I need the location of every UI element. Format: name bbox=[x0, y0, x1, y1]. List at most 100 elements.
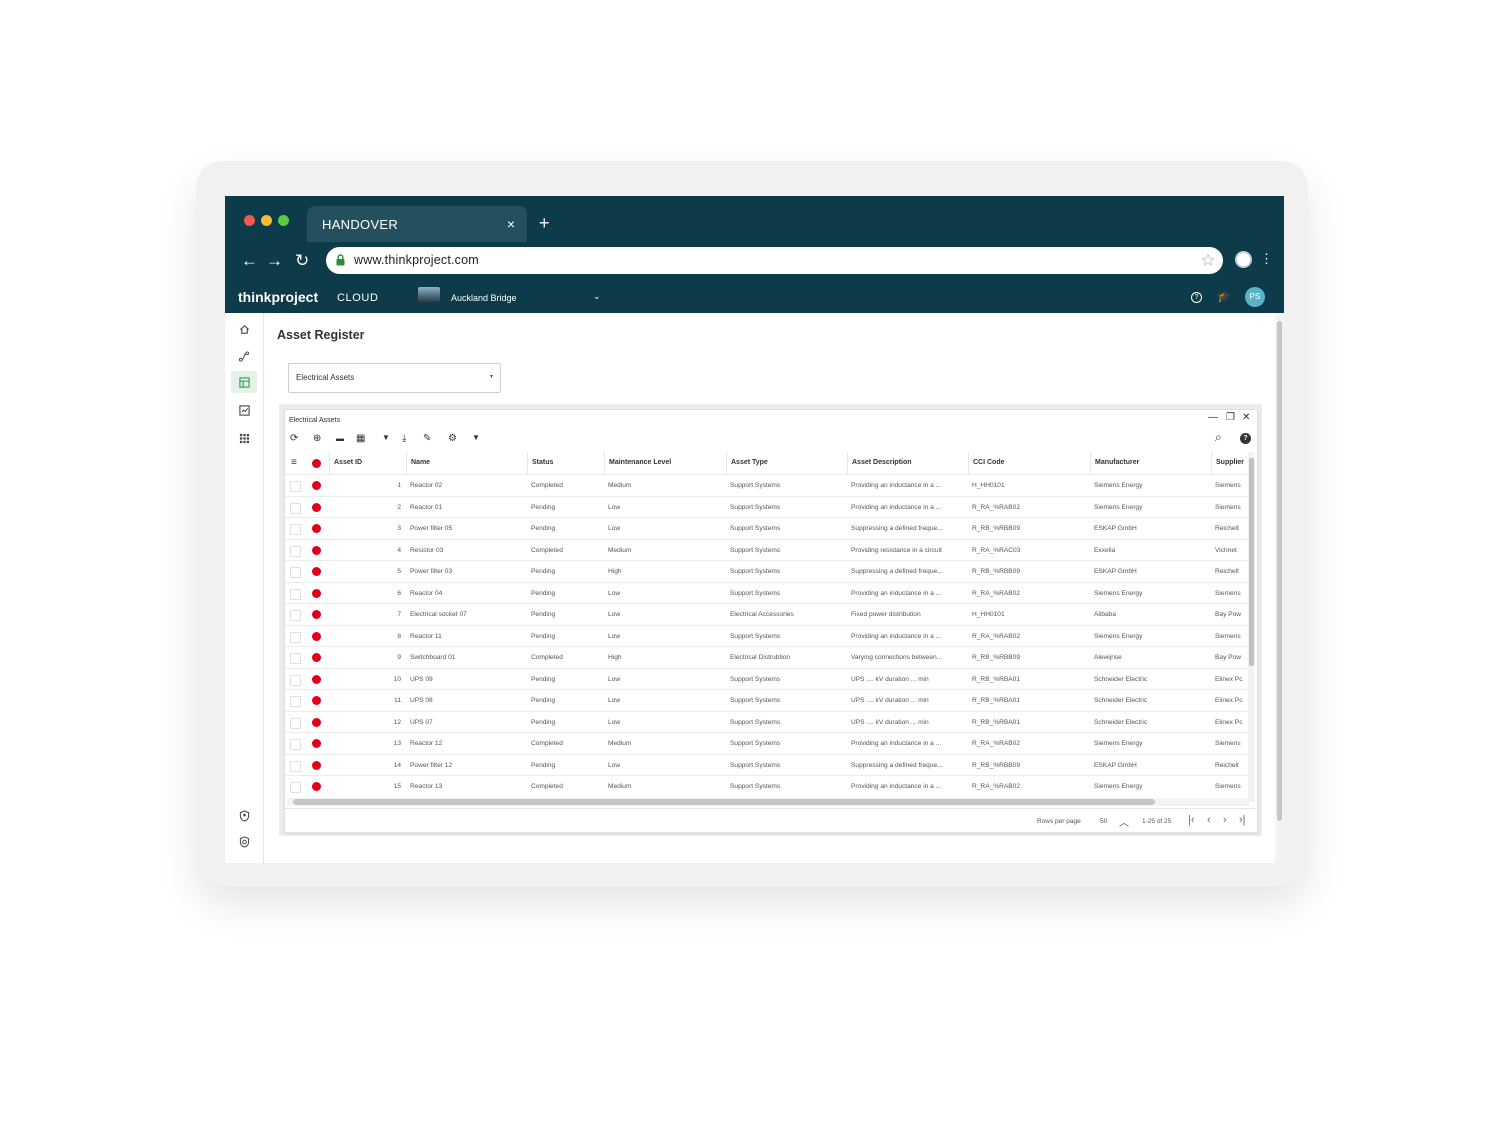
row-checkbox[interactable] bbox=[290, 717, 301, 729]
help-icon[interactable]: ? bbox=[1191, 292, 1202, 303]
bookmark-star-icon[interactable] bbox=[1201, 253, 1215, 267]
user-shield-icon[interactable] bbox=[225, 810, 263, 825]
table-row[interactable]: 6 Reactor 04 Pending Low Support Systems Prov… bbox=[285, 581, 1250, 604]
table-row[interactable]: 1 Reactor 02 Completed Medium Support System… bbox=[285, 474, 1250, 496]
browser-menu-icon[interactable]: ⋮ bbox=[1260, 251, 1273, 267]
column-header[interactable]: Supplier bbox=[1211, 452, 1250, 474]
table-icon[interactable] bbox=[225, 377, 263, 391]
column-header[interactable]: Asset Description bbox=[847, 452, 968, 474]
asset-set-dropdown[interactable]: Electrical Assets ▾ bbox=[288, 363, 501, 393]
rows-per-page-select[interactable]: 50 bbox=[1100, 818, 1107, 825]
add-icon[interactable]: ⊕ bbox=[313, 433, 321, 444]
help-icon[interactable]: ? bbox=[1240, 433, 1251, 444]
table-horizontal-scrollbar[interactable] bbox=[287, 798, 1249, 806]
minimize-icon[interactable]: — bbox=[1208, 412, 1218, 423]
table-cell: Electrical socket 07 bbox=[410, 611, 467, 618]
column-header[interactable]: Asset ID bbox=[329, 452, 406, 474]
project-selector[interactable]: Auckland Bridge bbox=[451, 293, 517, 303]
table-row[interactable]: 10 UPS 09 Pending Low Support Systems UPS ...… bbox=[285, 667, 1250, 690]
table-cell: Siemens Energy bbox=[1094, 783, 1143, 790]
close-icon[interactable]: ✕ bbox=[1242, 412, 1250, 423]
column-header[interactable]: Asset Type bbox=[726, 452, 847, 474]
row-checkbox[interactable] bbox=[290, 782, 301, 793]
first-page-icon[interactable]: |‹ bbox=[1188, 814, 1195, 826]
page-scroll-thumb[interactable] bbox=[1277, 321, 1282, 821]
table-horizontal-scroll-thumb[interactable] bbox=[293, 799, 1155, 805]
row-checkbox[interactable] bbox=[290, 653, 301, 664]
column-menu-icon[interactable]: ≡ bbox=[287, 452, 307, 474]
status-indicator-dot bbox=[312, 674, 321, 684]
search-icon[interactable]: ⌕ bbox=[1215, 430, 1222, 445]
table-row[interactable]: 7 Electrical socket 07 Pending Low Electrica… bbox=[285, 603, 1250, 625]
close-window-dot[interactable] bbox=[244, 215, 255, 226]
column-header[interactable]: Name bbox=[406, 452, 527, 474]
row-checkbox[interactable] bbox=[290, 567, 301, 578]
table-row[interactable]: 14 Power filter 12 Pending Low Support Syste… bbox=[285, 753, 1250, 776]
row-checkbox[interactable] bbox=[290, 696, 301, 707]
chevron-up-icon[interactable]: ︿ bbox=[1119, 814, 1129, 829]
restore-icon[interactable]: ❐ bbox=[1226, 412, 1235, 423]
table-row[interactable]: 9 Switchboard 01 Completed High Electrical D… bbox=[285, 646, 1250, 668]
browser-tab[interactable]: HANDOVER × bbox=[307, 206, 527, 242]
settings-icon[interactable]: ⚙ bbox=[448, 433, 457, 444]
address-bar[interactable]: www.thinkproject.com bbox=[326, 247, 1223, 274]
table-row[interactable]: 11 UPS 08 Pending Low Support Systems UPS ...… bbox=[285, 689, 1250, 711]
edit-icon[interactable]: ✎ bbox=[423, 433, 431, 444]
table-row[interactable]: 15 Reactor 13 Completed Medium Support Syste… bbox=[285, 775, 1250, 797]
table-cell: Pending bbox=[531, 675, 556, 683]
apps-icon[interactable] bbox=[225, 433, 263, 447]
table-cell: Alibaba bbox=[1094, 611, 1116, 618]
back-icon[interactable]: ← bbox=[241, 251, 258, 271]
avatar[interactable]: PS bbox=[1245, 287, 1265, 307]
table-cell: Providing resistance in a circuit bbox=[851, 546, 942, 554]
row-checkbox[interactable] bbox=[290, 545, 301, 557]
table-row[interactable]: 5 Power filter 03 Pending High Support Syste… bbox=[285, 560, 1250, 582]
table-row[interactable]: 8 Reactor 11 Pending Low Support Systems Prov… bbox=[285, 624, 1250, 647]
table-row[interactable]: 3 Power filter 05 Pending Low Support System… bbox=[285, 517, 1250, 539]
row-view-icon[interactable]: ▬ bbox=[336, 434, 344, 443]
row-checkbox[interactable] bbox=[290, 524, 301, 535]
table-cell: Siemens bbox=[1215, 783, 1241, 790]
maximize-window-dot[interactable] bbox=[278, 215, 289, 226]
table-row[interactable]: 13 Reactor 12 Completed Medium Support Syste… bbox=[285, 732, 1250, 754]
minimize-window-dot[interactable] bbox=[261, 215, 272, 226]
tab-close-icon[interactable]: × bbox=[507, 216, 515, 232]
column-header[interactable]: Maintenance Level bbox=[604, 452, 726, 474]
chart-icon[interactable] bbox=[225, 405, 263, 419]
table-vertical-scroll-thumb[interactable] bbox=[1249, 458, 1254, 666]
forward-icon[interactable]: → bbox=[266, 251, 283, 271]
home-icon[interactable] bbox=[225, 324, 263, 338]
grid-view-icon[interactable]: ▦ bbox=[356, 433, 365, 444]
last-page-icon[interactable]: ›| bbox=[1239, 814, 1246, 826]
column-header[interactable]: Status bbox=[527, 452, 604, 474]
row-checkbox[interactable] bbox=[290, 502, 301, 514]
refresh-icon[interactable]: ⟳ bbox=[290, 433, 298, 444]
filter-icon[interactable]: ▼ bbox=[382, 433, 390, 442]
row-checkbox[interactable] bbox=[290, 739, 301, 750]
page-scrollbar[interactable] bbox=[1275, 313, 1284, 863]
column-header[interactable]: Manufacturer bbox=[1090, 452, 1211, 474]
table-row[interactable]: 12 UPS 07 Pending Low Support Systems UPS ...… bbox=[285, 710, 1250, 733]
more-options-icon[interactable]: ▼ bbox=[472, 433, 480, 442]
new-tab-icon[interactable]: + bbox=[539, 213, 550, 234]
download-icon[interactable]: ⤓ bbox=[402, 433, 406, 444]
row-checkbox[interactable] bbox=[290, 760, 301, 772]
route-icon[interactable] bbox=[225, 351, 263, 365]
learning-icon[interactable]: 🎓 bbox=[1217, 290, 1231, 303]
next-page-icon[interactable]: › bbox=[1223, 814, 1227, 826]
column-header[interactable]: CCI Code bbox=[968, 452, 1090, 474]
profile-icon[interactable] bbox=[1235, 251, 1252, 268]
previous-page-icon[interactable]: ‹ bbox=[1207, 814, 1211, 826]
row-checkbox[interactable] bbox=[290, 631, 301, 643]
row-checkbox[interactable] bbox=[290, 610, 301, 621]
table-row[interactable]: 4 Resistor 03 Completed Medium Support Syste… bbox=[285, 538, 1250, 561]
reload-icon[interactable]: ↻ bbox=[295, 251, 309, 271]
shield-icon[interactable] bbox=[225, 836, 263, 851]
table-cell: Reichelt bbox=[1215, 568, 1239, 575]
row-checkbox[interactable] bbox=[290, 674, 301, 686]
table-row[interactable]: 2 Reactor 01 Pending Low Support Systems Prov… bbox=[285, 495, 1250, 518]
row-checkbox[interactable] bbox=[290, 481, 301, 492]
table-vertical-scrollbar[interactable] bbox=[1248, 452, 1255, 802]
row-checkbox[interactable] bbox=[290, 588, 301, 600]
chevron-down-icon[interactable]: ⌄ bbox=[593, 291, 601, 302]
